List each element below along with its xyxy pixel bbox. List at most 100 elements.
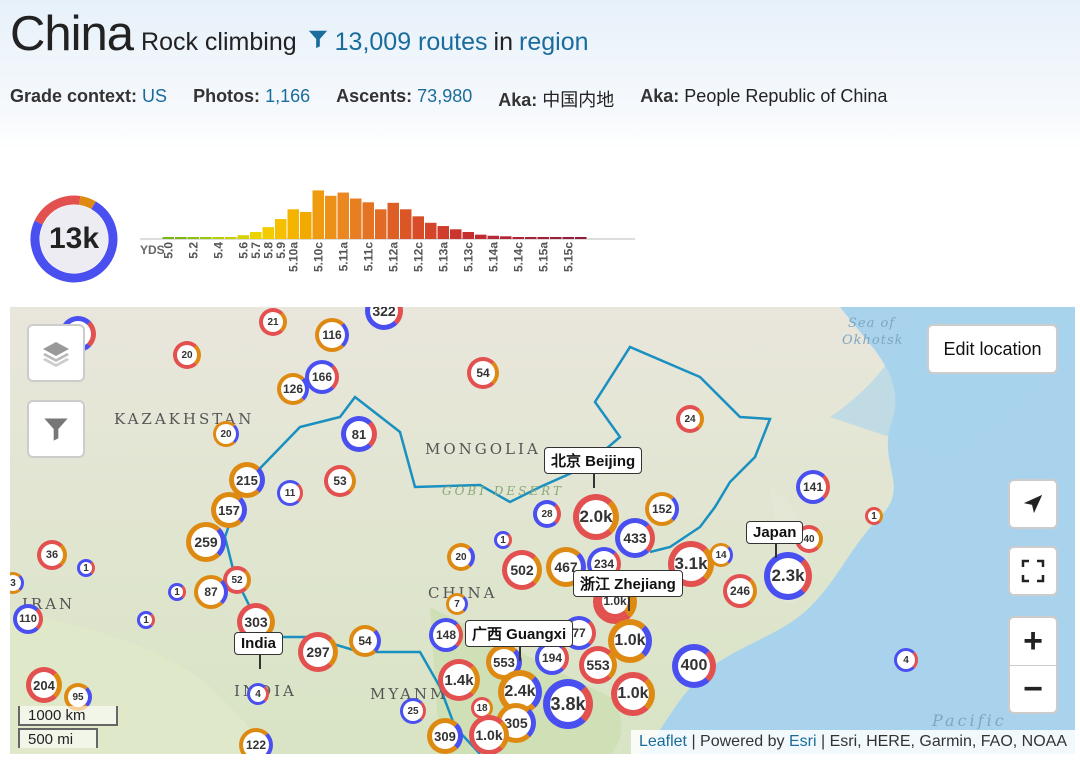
route-cluster-marker[interactable]: 400	[672, 644, 716, 688]
histogram-bar-5.12c[interactable]	[412, 216, 425, 239]
route-cluster-marker[interactable]: 2.3k	[764, 552, 812, 600]
map-tag-guangxi[interactable]: 广西 Guangxi	[465, 620, 574, 661]
grade-context-link[interactable]: US	[142, 86, 167, 106]
route-cluster-marker[interactable]: 20	[173, 341, 201, 369]
route-cluster-marker[interactable]: 116	[315, 318, 349, 352]
route-cluster-marker[interactable]: 2.0k	[573, 494, 619, 540]
histogram-bar-5.11c[interactable]	[362, 202, 375, 239]
histogram-bar-5.10a[interactable]	[287, 209, 300, 239]
histogram-bar-5.11a[interactable]	[337, 192, 350, 239]
histogram-bar-5.11d[interactable]	[375, 209, 387, 239]
route-cluster-marker[interactable]: 1	[168, 583, 186, 601]
route-cluster-marker[interactable]: 204	[26, 667, 62, 703]
route-cluster-marker[interactable]: 246	[723, 574, 757, 608]
route-cluster-marker[interactable]: 553	[579, 646, 617, 684]
route-cluster-marker[interactable]: 81	[341, 416, 377, 452]
histogram-bar-5.15b[interactable]	[550, 237, 562, 239]
route-cluster-marker[interactable]: 1	[865, 507, 883, 525]
histogram-bar-5.0[interactable]	[162, 237, 175, 239]
histogram-bar-5.15a[interactable]	[537, 237, 550, 239]
route-cluster-marker[interactable]: 28	[533, 500, 561, 528]
route-cluster-marker[interactable]: 20	[447, 543, 475, 571]
region-link[interactable]: region	[519, 28, 589, 57]
histogram-bar-5.10d[interactable]	[325, 195, 337, 239]
route-cluster-marker[interactable]: 152	[645, 492, 679, 526]
histogram-bar-5.13a[interactable]	[437, 226, 450, 239]
route-cluster-marker[interactable]: 7	[446, 593, 468, 615]
histogram-bar-5.14c[interactable]	[512, 237, 525, 239]
route-cluster-marker[interactable]: 11	[277, 480, 303, 506]
route-cluster-marker[interactable]: 36	[37, 540, 67, 570]
map-basemap[interactable]	[10, 307, 1075, 754]
route-cluster-marker[interactable]: 1	[77, 559, 95, 577]
filter-button[interactable]	[27, 400, 85, 458]
leaflet-link[interactable]: Leaflet	[639, 733, 687, 750]
histogram-bar-5.7[interactable]	[250, 231, 262, 239]
route-cluster-marker[interactable]: 148	[429, 618, 463, 652]
histogram-bar-5.15c[interactable]	[562, 237, 575, 239]
histogram-bar-5.15d[interactable]	[575, 237, 587, 239]
zoom-in-button[interactable]: +	[1010, 618, 1056, 665]
route-cluster-marker[interactable]: 1	[494, 531, 512, 549]
route-cluster-marker[interactable]: 54	[349, 625, 381, 657]
route-cluster-marker[interactable]: 141	[796, 470, 830, 504]
histogram-bar-5.12b[interactable]	[400, 209, 412, 239]
histogram-bar-5.13b[interactable]	[450, 229, 462, 239]
route-cluster-marker[interactable]: 21	[259, 308, 287, 336]
routes-count-link[interactable]: 13,009 routes	[335, 28, 488, 57]
histogram-bar-5.11b[interactable]	[350, 198, 362, 240]
fullscreen-button[interactable]	[1008, 546, 1058, 596]
route-cluster-marker[interactable]: 25	[400, 698, 426, 724]
route-cluster-marker[interactable]: 297	[298, 632, 338, 672]
histogram-bar-5.10b[interactable]	[300, 212, 312, 239]
route-cluster-marker[interactable]: 14	[709, 543, 733, 567]
histogram-bar-5.8[interactable]	[262, 227, 275, 239]
route-cluster-marker[interactable]: 157	[211, 492, 247, 528]
histogram-bar-5.14d[interactable]	[525, 237, 537, 239]
histogram-bar-5.3[interactable]	[200, 237, 212, 239]
histogram-bar-5.6[interactable]	[237, 235, 250, 239]
map-tag-india[interactable]: India	[234, 632, 284, 669]
grade-histogram[interactable]: YDS 5.0 5.2 5.4 5.65.75.85.95.10a 5.10c 5.11a…	[140, 180, 640, 290]
layers-button[interactable]	[27, 324, 85, 382]
route-cluster-marker[interactable]: 1.0k	[469, 715, 509, 754]
histogram-bar-5.14a[interactable]	[487, 235, 500, 239]
route-cluster-marker[interactable]: 309	[427, 718, 463, 754]
histogram-bar-5.5[interactable]	[225, 237, 237, 239]
route-cluster-marker[interactable]: 24	[676, 405, 704, 433]
histogram-bar-5.1[interactable]	[175, 237, 187, 239]
filter-icon[interactable]	[307, 28, 329, 50]
esri-link[interactable]: Esri	[789, 733, 817, 750]
route-cluster-marker[interactable]: 54	[467, 357, 499, 389]
route-cluster-marker[interactable]: 1	[137, 611, 155, 629]
route-cluster-marker[interactable]: 259	[186, 522, 226, 562]
zoom-out-button[interactable]: −	[1010, 665, 1056, 713]
route-cluster-marker[interactable]: 3.8k	[543, 679, 593, 729]
edit-location-button[interactable]: Edit location	[927, 324, 1058, 374]
route-cluster-marker[interactable]: 122	[239, 728, 273, 754]
ascents-link[interactable]: 73,980	[417, 86, 472, 106]
route-cluster-marker[interactable]: 4	[247, 683, 269, 705]
map-tag-beijing[interactable]: 北京 Beijing	[544, 447, 643, 488]
histogram-bar-5.10c[interactable]	[312, 190, 325, 239]
histogram-bar-5.2[interactable]	[187, 237, 200, 239]
route-cluster-marker[interactable]: 53	[324, 465, 356, 497]
route-cluster-marker[interactable]: 433	[615, 518, 655, 558]
route-cluster-marker[interactable]: 1.4k	[438, 659, 480, 701]
route-cluster-marker[interactable]: 87	[194, 575, 228, 609]
histogram-bar-5.13d[interactable]	[475, 234, 487, 239]
route-cluster-marker[interactable]: 1.0k	[611, 672, 655, 716]
map[interactable]: KAZAKHSTAN MONGOLIA GOBI DESERT CHINA IR…	[10, 307, 1075, 754]
histogram-bar-5.13c[interactable]	[462, 231, 475, 239]
route-cluster-marker[interactable]: 4	[894, 648, 918, 672]
histogram-bar-5.9[interactable]	[275, 219, 287, 239]
route-cluster-marker[interactable]: 502	[502, 550, 542, 590]
histogram-bar-5.12d[interactable]	[425, 222, 437, 239]
route-cluster-marker[interactable]: 110	[13, 604, 43, 634]
histogram-bar-5.14b[interactable]	[500, 236, 512, 239]
route-cluster-marker[interactable]: 20	[213, 421, 239, 447]
histogram-bar-5.4[interactable]	[212, 237, 225, 239]
histogram-bar-5.12a[interactable]	[387, 202, 400, 239]
photos-link[interactable]: 1,166	[265, 86, 310, 106]
locate-button[interactable]	[1008, 479, 1058, 529]
